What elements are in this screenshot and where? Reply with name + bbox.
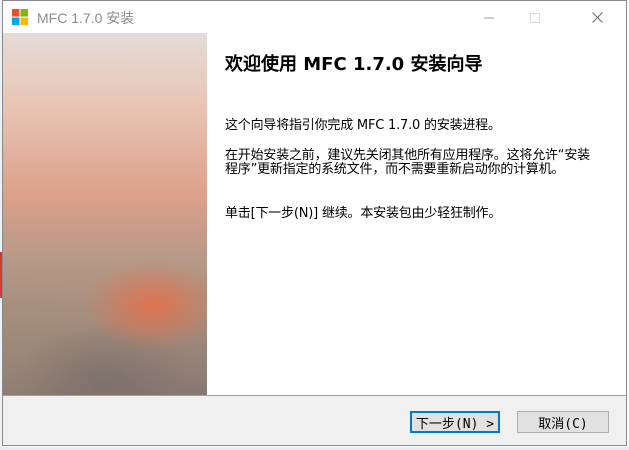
close-icon	[591, 8, 603, 27]
close-button[interactable]	[574, 1, 620, 33]
windows-logo-icon	[12, 9, 28, 25]
minimize-button[interactable]	[466, 1, 512, 33]
cancel-button[interactable]: 取消(C)	[517, 411, 609, 433]
installer-window: MFC 1.7.0 安装 欢迎使用 MFC 1.7.0 安装向导 这个向导将指引…	[2, 0, 627, 446]
maximize-button	[512, 1, 558, 33]
continue-paragraph: 单击[下一步(N)] 继续。本安装包由少轻狂制作。	[225, 206, 502, 221]
wizard-side-image	[3, 33, 207, 395]
next-button[interactable]: 下一步(N) >	[410, 411, 500, 433]
window-title: MFC 1.7.0 安装	[37, 10, 135, 26]
button-bar: 下一步(N) > 取消(C)	[3, 396, 626, 445]
title-bar[interactable]: MFC 1.7.0 安装	[3, 1, 626, 33]
maximize-icon	[530, 8, 540, 27]
intro-paragraph: 这个向导将指引你完成 MFC 1.7.0 的安装进程。	[225, 118, 501, 133]
wizard-heading: 欢迎使用 MFC 1.7.0 安装向导	[225, 54, 483, 75]
advice-paragraph: 在开始安装之前，建议先关闭其他所有应用程序。这将允许“安装程序”更新指定的系统文…	[225, 148, 590, 177]
minimize-icon	[484, 8, 494, 27]
wizard-content: 欢迎使用 MFC 1.7.0 安装向导 这个向导将指引你完成 MFC 1.7.0…	[3, 33, 626, 395]
